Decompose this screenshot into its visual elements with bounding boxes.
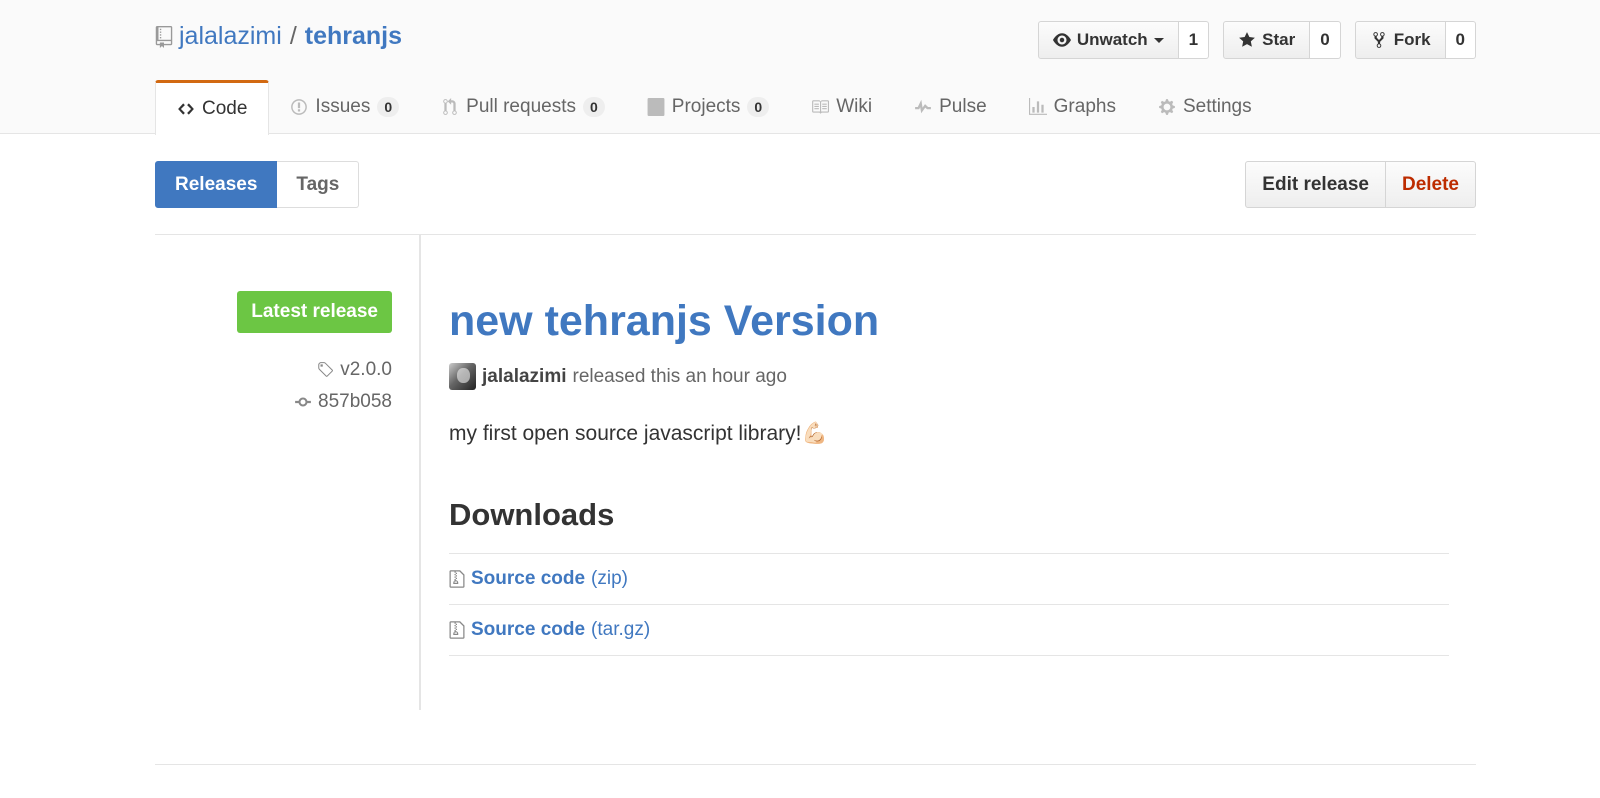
tab-wiki[interactable]: Wiki	[790, 80, 893, 134]
downloads-heading: Downloads	[449, 497, 615, 532]
repo-title: jalalazimi / tehranjs	[155, 22, 402, 51]
file-zip-icon	[449, 621, 465, 639]
gear-icon	[1159, 99, 1175, 115]
fork-icon	[1373, 32, 1385, 48]
download-zip-name: Source code	[471, 568, 586, 589]
releases-subnav: Releases Tags	[155, 161, 360, 208]
repo-icon	[155, 25, 173, 48]
avatar[interactable]	[449, 363, 476, 390]
caret-down-icon	[1153, 38, 1164, 43]
tab-wiki-label: Wiki	[836, 96, 873, 117]
project-icon	[647, 98, 665, 116]
path-separator: /	[289, 22, 297, 50]
stars-count[interactable]: 0	[1310, 21, 1341, 59]
repo-header: jalalazimi / tehranjs Unwatch 1 Star 0 F…	[0, 0, 1600, 135]
tab-settings[interactable]: Settings	[1137, 80, 1273, 134]
watchers-count[interactable]: 1	[1178, 21, 1210, 59]
code-icon	[178, 103, 194, 115]
release-description: my first open source javascript library!…	[449, 422, 828, 445]
tab-pull-requests-label: Pull requests	[466, 96, 576, 117]
unwatch-label: Unwatch	[1076, 30, 1148, 49]
star-icon	[1239, 32, 1256, 47]
unwatch-button[interactable]: Unwatch	[1037, 21, 1179, 59]
download-zip-format: (zip)	[591, 568, 628, 589]
release-actions: Edit release Delete	[1245, 161, 1476, 208]
download-targz[interactable]: Source code (tar.gz)	[449, 605, 1449, 656]
released-text: released this an hour ago	[572, 365, 787, 387]
tab-graphs-label: Graphs	[1053, 96, 1116, 117]
releases-tab[interactable]: Releases	[155, 161, 278, 208]
author-link[interactable]: jalalazimi	[482, 366, 567, 388]
download-targz-format: (tar.gz)	[591, 619, 651, 640]
tab-projects[interactable]: Projects 0	[626, 80, 790, 134]
book-icon	[812, 100, 830, 114]
downloads-list: Source code (zip) Source code (tar.gz)	[449, 553, 1449, 656]
issue-opened-icon	[291, 99, 308, 115]
release-tag: v2.0.0	[340, 359, 392, 380]
tab-pulse[interactable]: Pulse	[893, 80, 1008, 134]
fork-group: Fork 0	[1354, 21, 1476, 59]
release-commit-link[interactable]: 857b058	[294, 391, 392, 413]
star-label: Star	[1262, 30, 1296, 49]
eye-icon	[1052, 33, 1071, 47]
repo-nav: Code Issues 0 Pull requests 0 Projects 0…	[155, 80, 1273, 135]
tags-tab[interactable]: Tags	[277, 161, 360, 208]
star-button[interactable]: Star	[1223, 21, 1311, 59]
repo-name-link[interactable]: tehranjs	[305, 22, 402, 51]
file-zip-icon	[449, 570, 465, 588]
issues-counter: 0	[377, 97, 400, 117]
fork-label: Fork	[1393, 30, 1431, 49]
latest-release-badge: Latest release	[237, 291, 392, 333]
tab-pull-requests[interactable]: Pull requests 0	[420, 80, 626, 134]
delete-release-button[interactable]: Delete	[1385, 161, 1476, 208]
footer-divider	[155, 764, 1476, 765]
tab-pulse-label: Pulse	[939, 96, 987, 117]
tab-issues-label: Issues	[315, 96, 371, 117]
repo-actions: Unwatch 1 Star 0 Fork 0	[1037, 21, 1476, 59]
tab-graphs[interactable]: Graphs	[1008, 80, 1137, 134]
forks-count[interactable]: 0	[1445, 21, 1476, 59]
tab-settings-label: Settings	[1182, 96, 1252, 117]
pull-request-icon	[443, 98, 457, 115]
projects-counter: 0	[747, 97, 770, 117]
fork-button[interactable]: Fork	[1354, 21, 1446, 59]
download-zip[interactable]: Source code (zip)	[449, 554, 1449, 605]
tag-icon	[318, 362, 334, 377]
star-group: Star 0	[1223, 21, 1341, 59]
release-author-line: jalalazimi released this an hour ago	[449, 363, 787, 390]
release-tag-link[interactable]: v2.0.0	[316, 359, 392, 381]
tab-issues[interactable]: Issues 0	[269, 80, 420, 134]
download-targz-name: Source code	[471, 619, 586, 640]
pulse-icon	[915, 99, 931, 114]
watch-group: Unwatch 1	[1037, 21, 1210, 59]
pulls-counter: 0	[582, 97, 605, 117]
release-commit: 857b058	[318, 391, 392, 412]
tab-projects-label: Projects	[671, 96, 741, 117]
commit-icon	[295, 397, 311, 407]
release-meta: Latest release v2.0.0 857b058	[155, 235, 421, 710]
tab-code-label: Code	[202, 98, 248, 119]
tab-code[interactable]: Code	[155, 80, 270, 135]
graph-icon	[1028, 98, 1047, 115]
edit-release-button[interactable]: Edit release	[1245, 161, 1386, 208]
release-title[interactable]: new tehranjs Version	[449, 297, 879, 346]
owner-link[interactable]: jalalazimi	[179, 22, 282, 51]
